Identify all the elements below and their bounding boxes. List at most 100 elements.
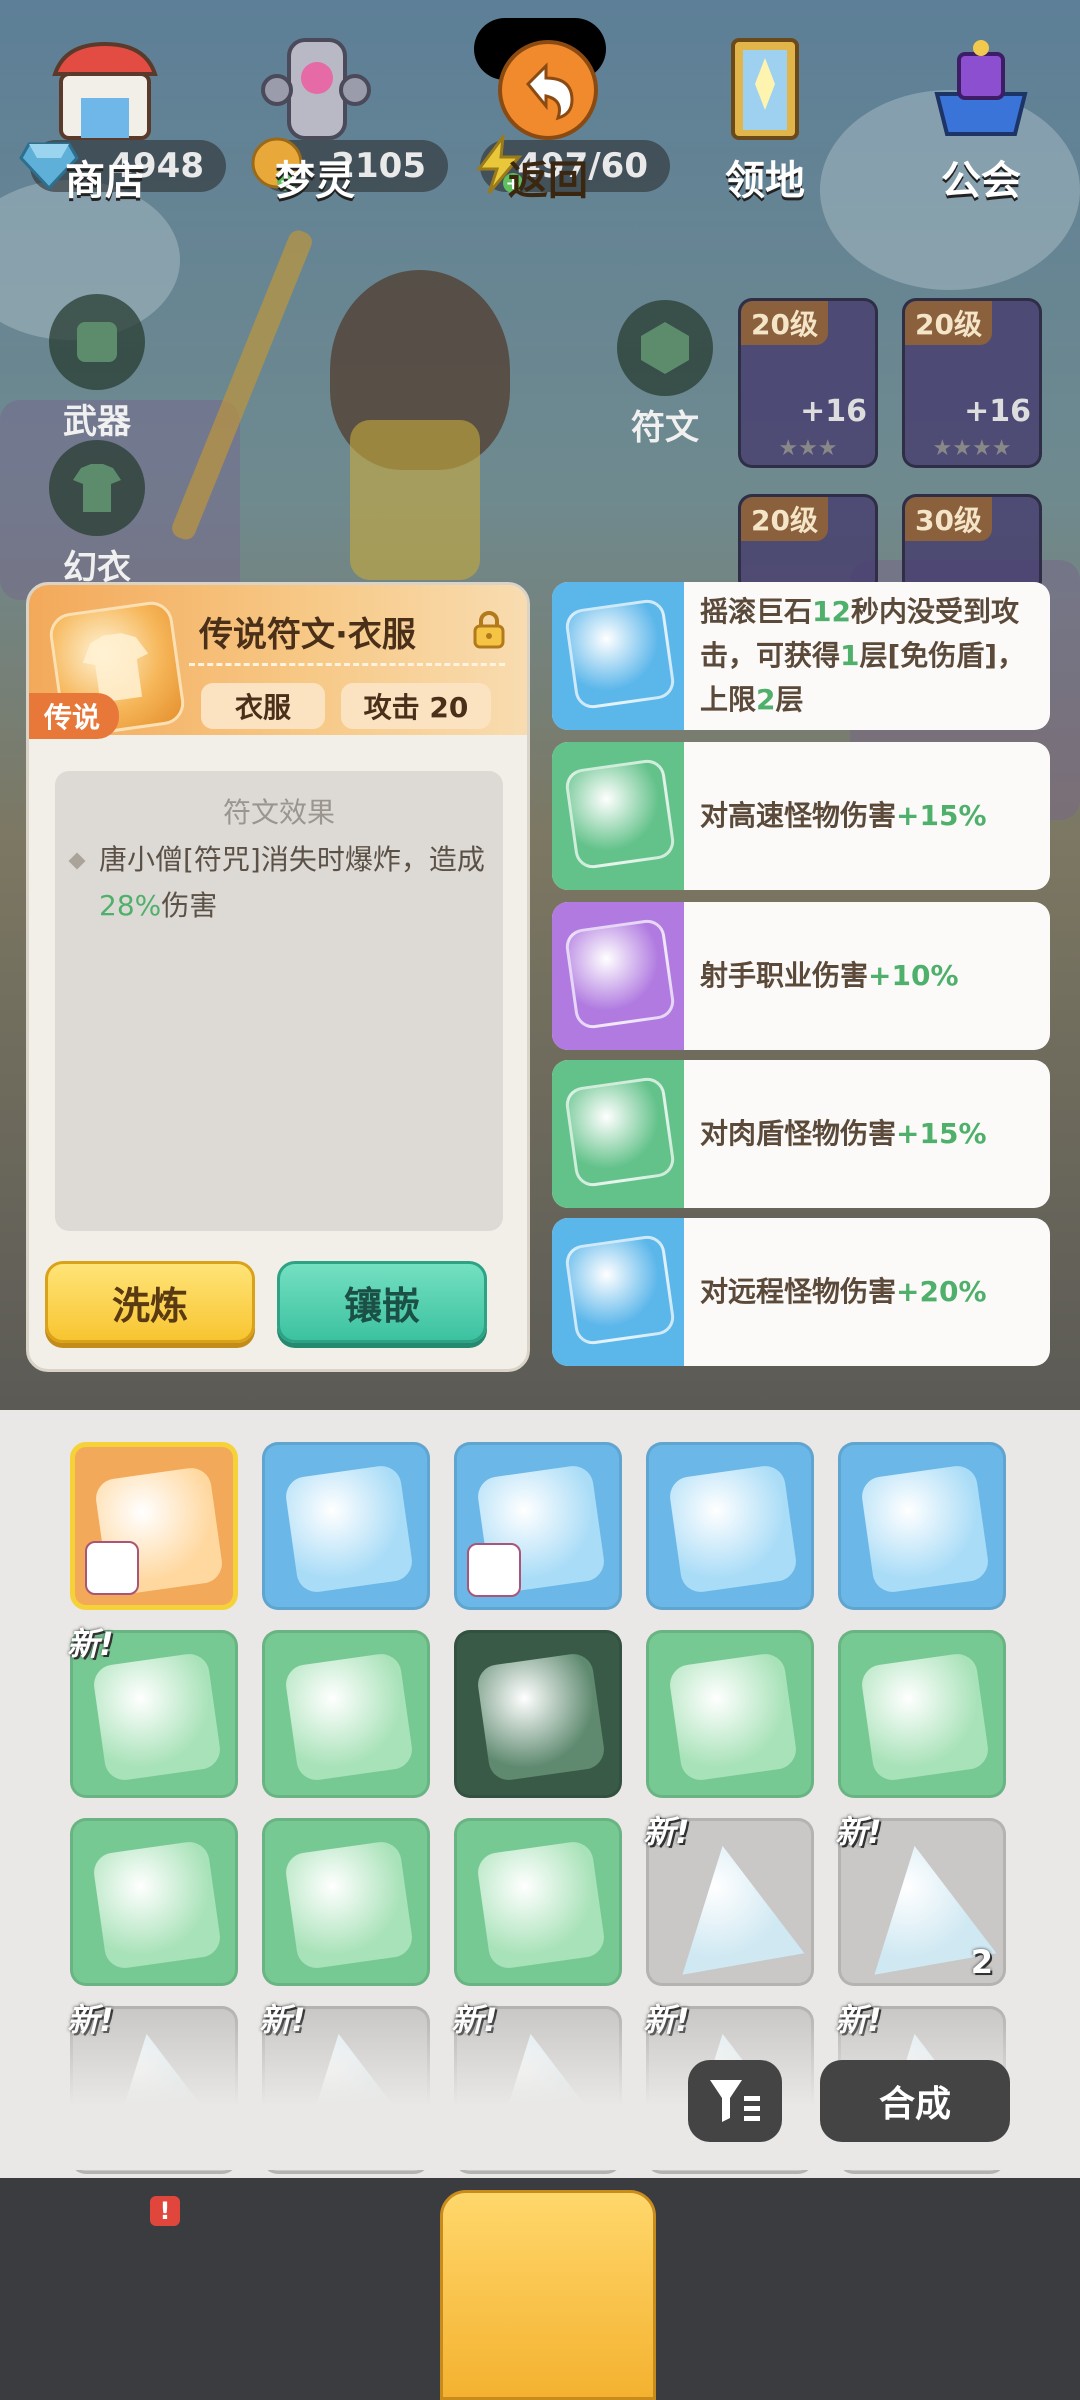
equipment-card-armor[interactable]: 20级 +16 ★★★★ [902, 298, 1042, 468]
nav-spirit-label: 梦灵 [275, 158, 355, 204]
attribute-value: +15% [896, 799, 987, 832]
attribute-description: 摇滚巨石12秒内没受到攻击，可获得1层[免伤盾]，上限2层 [700, 582, 1034, 730]
rune-attribute-card[interactable]: 对肉盾怪物伤害+15% [552, 1060, 1050, 1208]
equipment-enhance: +16 [964, 394, 1031, 429]
filter-button[interactable] [688, 2060, 782, 2142]
equipment-level: 30级 [905, 497, 992, 541]
equipment-card-helmet[interactable]: 20级 +16 ★★★ [738, 298, 878, 468]
rune-type-pill: 衣服 [201, 683, 325, 729]
inlay-button[interactable]: 镶嵌 [277, 1261, 487, 1343]
rune-inventory-slot[interactable] [262, 1630, 430, 1798]
rune-detail-panel: 传说符文·衣服 衣服 攻击 20 传说 符文效果 唐小僧[符咒]消失时爆炸，造成… [26, 582, 530, 1372]
attribute-text: 摇滚巨石 [700, 595, 813, 628]
attribute-description: 对肉盾怪物伤害+15% [700, 1060, 1034, 1208]
rune-stat-pill: 攻击 20 [341, 683, 491, 729]
weapon-slot[interactable]: 武器 [42, 294, 152, 443]
portal-door-icon [705, 34, 825, 144]
equipment-level: 20级 [905, 301, 992, 345]
rune-attribute-card[interactable]: 对远程怪物伤害+20% [552, 1218, 1050, 1366]
rune-inventory-slot[interactable] [454, 1630, 622, 1798]
nav-back[interactable]: 返回 [463, 34, 633, 214]
stack-count: 2 [970, 1943, 993, 1981]
bullet-diamond-icon [68, 852, 86, 870]
equipped-hero-avatar [467, 1543, 521, 1597]
attribute-value: +15% [896, 1117, 987, 1150]
return-arrow-icon [488, 34, 608, 144]
equipment-card-belt[interactable]: 20级 [738, 494, 878, 594]
rune-effect-box: 符文效果 唐小僧[符咒]消失时爆炸，造成 28%伤害 [55, 771, 503, 1231]
new-badge: 新! [835, 1813, 882, 1851]
refine-button[interactable]: 洗炼 [45, 1261, 255, 1343]
attribute-gem-icon [563, 917, 677, 1031]
rune-inventory-slot[interactable]: 新! [67, 1625, 238, 1798]
lock-icon[interactable] [471, 609, 507, 649]
effect-text-part: 唐小僧[符咒]消失时爆炸，造成 [99, 843, 485, 876]
weapon-icon [49, 294, 145, 390]
rune-gem-icon [859, 1651, 991, 1783]
attribute-value: 2 [756, 683, 776, 716]
rune-slot[interactable]: 符文 [610, 300, 720, 449]
attribute-gem-icon [563, 757, 677, 871]
rune-attribute-card[interactable]: 对高速怪物伤害+15% [552, 742, 1050, 890]
rune-icon [617, 300, 713, 396]
nav-shop-label: 商店 [65, 158, 145, 204]
rune-inventory-slot[interactable] [262, 1442, 430, 1610]
rune-gem-icon [91, 1651, 223, 1783]
rune-gem-icon [283, 1651, 415, 1783]
rune-gem-icon [667, 1463, 799, 1595]
attribute-text: 对远程怪物伤害 [700, 1275, 897, 1308]
rune-gem-icon [859, 1463, 991, 1595]
equipped-hero-avatar [85, 1541, 139, 1595]
fashion-slot[interactable]: 幻衣 [42, 440, 152, 589]
nav-guild-label: 公会 [941, 158, 1021, 204]
rune-inventory-slot[interactable]: 新! [643, 1813, 814, 1986]
shop-alert-badge: ! [150, 2196, 180, 2226]
staff-icon [169, 227, 315, 543]
equipment-level: 20级 [741, 301, 828, 345]
rune-inventory-slot[interactable] [646, 1442, 814, 1610]
attribute-value: +20% [896, 1275, 987, 1308]
rune-inventory-slot[interactable] [70, 1442, 238, 1610]
nav-spirit[interactable]: 梦灵 [230, 34, 400, 214]
attribute-gem-icon [563, 1233, 677, 1347]
attribute-description: 射手职业伤害+10% [700, 902, 1034, 1050]
rune-inventory-slot[interactable] [454, 1818, 622, 1986]
shop-icon [45, 34, 165, 144]
star-rating-icon: ★★★★ [932, 436, 1012, 461]
filter-icon [710, 2080, 760, 2122]
nav-shop[interactable]: 商店 [20, 34, 190, 214]
rune-attribute-card[interactable]: 射手职业伤害+10% [552, 902, 1050, 1050]
rune-inventory-slot[interactable] [454, 1442, 622, 1610]
equipment-card-boots[interactable]: 30级 [902, 494, 1042, 594]
rune-slot-label: 符文 [631, 408, 699, 448]
merge-button[interactable]: 合成 [820, 2060, 1010, 2142]
rune-gem-icon [91, 1839, 223, 1971]
character-body [350, 420, 480, 580]
rune-inventory-slot[interactable] [646, 1630, 814, 1798]
nav-back-highlight [440, 2190, 656, 2400]
equipment-enhance: +16 [800, 394, 867, 429]
header-divider [189, 663, 505, 666]
rune-detail-title: 传说符文·衣服 [199, 615, 416, 655]
attribute-value: +10% [868, 959, 959, 992]
rune-attribute-card[interactable]: 摇滚巨石12秒内没受到攻击，可获得1层[免伤盾]，上限2层 [552, 582, 1050, 730]
new-badge: 新! [643, 1813, 690, 1851]
attribute-gem-icon [563, 597, 677, 711]
rune-inventory-slot[interactable] [838, 1630, 1006, 1798]
rune-inventory-slot[interactable] [838, 1442, 1006, 1610]
rune-gem-icon [662, 1835, 805, 1975]
attribute-description: 对高速怪物伤害+15% [700, 742, 1034, 890]
shirt-icon [49, 440, 145, 536]
effect-text-part: 伤害 [161, 889, 218, 922]
rune-gem-icon [475, 1651, 607, 1783]
guild-banner-icon [921, 34, 1041, 144]
nav-back-label: 返回 [508, 158, 588, 204]
rune-inventory-slot[interactable]: 新! 2 [835, 1813, 1006, 1986]
rune-inventory-slot[interactable] [70, 1818, 238, 1986]
nav-guild[interactable]: 公会 [896, 34, 1066, 214]
rune-inventory-slot[interactable] [262, 1818, 430, 1986]
effect-description: 唐小僧[符咒]消失时爆炸，造成 28%伤害 [99, 837, 489, 929]
rarity-tag: 传说 [29, 693, 119, 739]
nav-territory[interactable]: 领地 [680, 34, 850, 214]
spirit-machine-icon [255, 34, 375, 144]
